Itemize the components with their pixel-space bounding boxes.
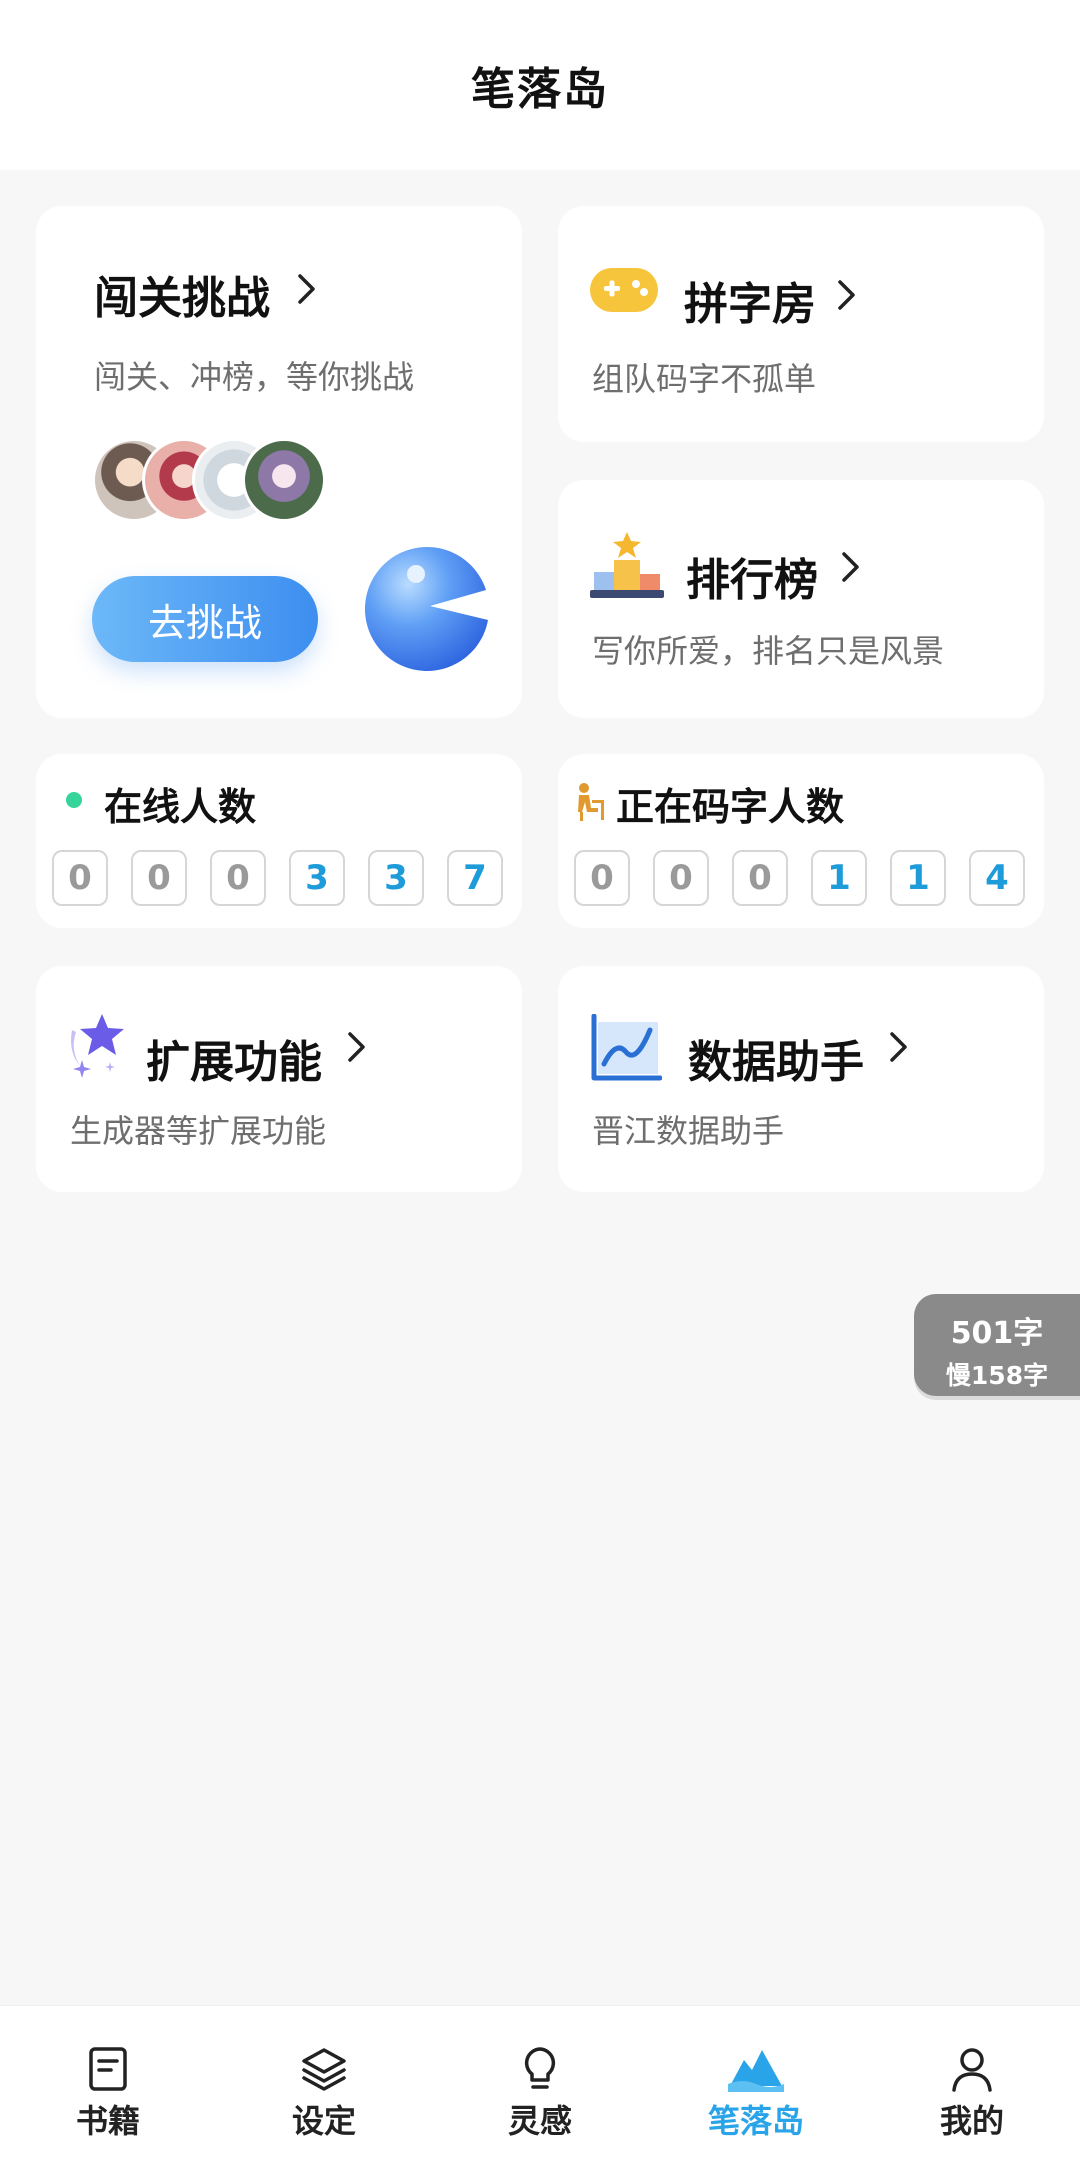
tab-settings[interactable]: 设定 — [254, 2046, 394, 2156]
island-icon — [728, 2050, 784, 2092]
ranking-title: 排行榜 — [686, 555, 818, 606]
ranking-subtitle: 写你所爱，排名只是风景 — [592, 632, 945, 670]
digit: 0 — [131, 850, 187, 906]
writing-count-card: 正在码字人数 0 0 0 1 1 4 — [558, 754, 1044, 928]
pinzi-room-card[interactable]: 拼字房 组队码字不孤单 — [558, 206, 1044, 442]
tab-books[interactable]: 书籍 — [38, 2046, 178, 2156]
chevron-right-icon — [298, 274, 315, 304]
bottom-tab-bar: 书籍 设定 灵感 笔落岛 我的 — [0, 2005, 1080, 2177]
online-status-dot — [66, 792, 82, 808]
chevron-right-icon — [838, 280, 855, 310]
online-count-card: 在线人数 0 0 0 3 3 7 — [36, 754, 522, 928]
tab-mine[interactable]: 我的 — [902, 2046, 1042, 2156]
extension-subtitle: 生成器等扩展功能 — [70, 1112, 327, 1150]
book-icon — [89, 2047, 127, 2091]
gamepad-icon — [590, 268, 658, 312]
digit: 0 — [732, 850, 788, 906]
digit: 3 — [368, 850, 424, 906]
ranking-card[interactable]: 排行榜 写你所爱，排名只是风景 — [558, 480, 1044, 718]
go-challenge-button[interactable]: 去挑战 — [92, 576, 318, 662]
chevron-right-icon — [890, 1032, 907, 1062]
tab-label: 笔落岛 — [707, 2102, 804, 2140]
data-helper-title: 数据助手 — [688, 1037, 864, 1088]
digit: 0 — [52, 850, 108, 906]
word-count-value: 501字 — [950, 1316, 1044, 1351]
person-icon — [952, 2048, 992, 2092]
online-count-digits: 0 0 0 3 3 7 — [52, 850, 526, 906]
tab-label: 我的 — [939, 2102, 1004, 2140]
lightbulb-icon — [524, 2047, 556, 2089]
chevron-right-icon — [842, 552, 859, 582]
challenge-card[interactable]: 闯关挑战 闯关、冲榜，等你挑战 去挑战 — [36, 206, 522, 718]
digit: 4 — [969, 850, 1025, 906]
writing-count-digits: 0 0 0 1 1 4 — [574, 850, 1048, 906]
podium-trophy-icon — [590, 532, 664, 598]
extension-card[interactable]: 扩展功能 生成器等扩展功能 — [36, 966, 522, 1192]
chevron-right-icon — [348, 1032, 365, 1062]
digit: 7 — [447, 850, 503, 906]
tab-label: 设定 — [291, 2102, 356, 2140]
writing-count-title: 正在码字人数 — [616, 785, 845, 829]
avatar — [242, 438, 326, 522]
digit: 1 — [811, 850, 867, 906]
tab-island[interactable]: 笔落岛 — [686, 2046, 826, 2156]
pinzi-room-subtitle: 组队码字不孤单 — [592, 360, 817, 398]
pinzi-room-title: 拼字房 — [684, 279, 816, 330]
extension-title: 扩展功能 — [146, 1037, 322, 1088]
word-count-slow: 慢158字 — [945, 1361, 1049, 1390]
digit: 0 — [210, 850, 266, 906]
line-chart-icon — [591, 1014, 662, 1081]
challenge-title: 闯关挑战 — [94, 273, 270, 324]
tab-inspiration[interactable]: 灵感 — [470, 2046, 610, 2156]
digit: 3 — [289, 850, 345, 906]
pacman-mascot-icon — [364, 547, 488, 672]
data-helper-subtitle: 晋江数据助手 — [592, 1112, 785, 1150]
tab-label: 灵感 — [507, 2102, 572, 2140]
digit: 1 — [890, 850, 946, 906]
sparkle-star-icon — [71, 1014, 124, 1078]
digit: 0 — [653, 850, 709, 906]
person-at-desk-icon — [578, 783, 604, 821]
data-helper-card[interactable]: 数据助手 晋江数据助手 — [558, 966, 1044, 1192]
online-count-title: 在线人数 — [104, 785, 257, 829]
page-title: 笔落岛 — [471, 64, 609, 115]
digit: 0 — [574, 850, 630, 906]
participant-avatars — [92, 438, 332, 522]
layers-icon — [302, 2048, 346, 2091]
tab-label: 书籍 — [75, 2102, 140, 2140]
challenge-subtitle: 闯关、冲榜，等你挑战 — [94, 358, 415, 396]
word-count-float-badge[interactable]: 501字 慢158字 — [914, 1294, 1080, 1396]
top-bar: 笔落岛 — [0, 0, 1080, 170]
